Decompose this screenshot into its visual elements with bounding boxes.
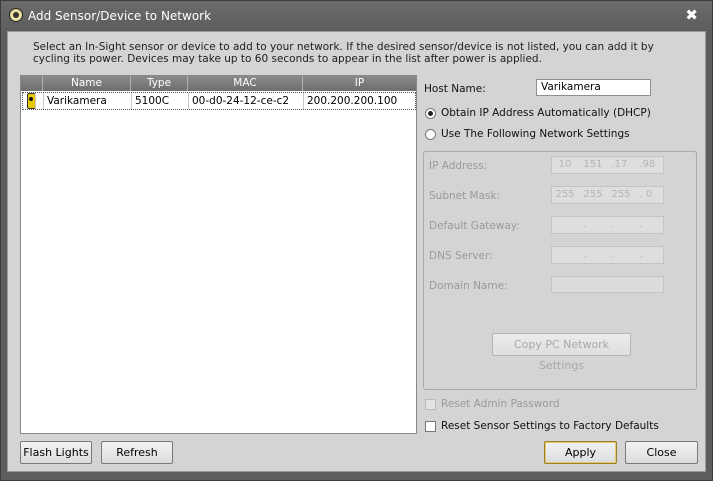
- column-name[interactable]: Name: [43, 76, 131, 91]
- subnet-octet: 255: [611, 189, 631, 200]
- ip-address-label: IP Address:: [429, 160, 488, 172]
- device-name: Varikamera: [44, 93, 132, 109]
- network-settings-group: IP Address: 10. 151. 17. 98 Subnet Mask:…: [423, 151, 697, 390]
- dialog-body: Select an In-Sight sensor or device to a…: [7, 31, 706, 472]
- close-icon[interactable]: ✖: [685, 6, 698, 24]
- apply-button[interactable]: Apply: [544, 441, 617, 464]
- column-mac[interactable]: MAC: [188, 76, 303, 91]
- device-icon-cell: [23, 93, 44, 109]
- subnet-mask-label: Subnet Mask:: [429, 190, 501, 202]
- refresh-button[interactable]: Refresh: [101, 441, 173, 464]
- reset-admin-password-checkbox[interactable]: [425, 399, 436, 410]
- subnet-octet: 255: [555, 189, 575, 200]
- device-mac: 00-d0-24-12-ce-c2: [189, 93, 304, 109]
- camera-sensor-icon: [27, 93, 36, 109]
- close-button[interactable]: Close: [625, 441, 698, 464]
- column-icon[interactable]: [21, 76, 43, 91]
- reset-admin-password-label: Reset Admin Password: [441, 398, 560, 410]
- subnet-octet: 0: [645, 189, 653, 200]
- dhcp-radio[interactable]: [425, 108, 436, 119]
- title-bar[interactable]: Add Sensor/Device to Network ✖: [1, 1, 712, 31]
- subnet-octet: 255: [583, 189, 603, 200]
- domain-name-field[interactable]: [551, 276, 664, 293]
- ip-octet: 98: [642, 159, 656, 170]
- default-gateway-field[interactable]: ...: [551, 216, 664, 234]
- device-list-header: Name Type MAC IP: [21, 76, 416, 91]
- dns-server-field[interactable]: ...: [551, 246, 664, 264]
- static-ip-radio-label[interactable]: Use The Following Network Settings: [441, 128, 630, 140]
- flash-lights-button[interactable]: Flash Lights: [20, 441, 92, 464]
- device-type: 5100C: [132, 93, 189, 109]
- dialog-window: Add Sensor/Device to Network ✖ Select an…: [0, 0, 713, 481]
- ip-address-field[interactable]: 10. 151. 17. 98: [551, 156, 664, 174]
- device-ip: 200.200.200.100: [307, 95, 398, 107]
- subnet-mask-field[interactable]: 255. 255. 255. 0: [551, 186, 664, 204]
- host-name-input[interactable]: Varikamera: [536, 79, 651, 96]
- app-icon: [9, 8, 23, 22]
- ip-octet: 151: [583, 159, 603, 170]
- window-title: Add Sensor/Device to Network: [28, 9, 212, 23]
- copy-pc-network-settings-button[interactable]: Copy PC Network Settings: [492, 333, 631, 372]
- ip-octet: 10: [558, 159, 572, 170]
- dhcp-radio-label[interactable]: Obtain IP Address Automatically (DHCP): [441, 107, 651, 119]
- instructions-text: Select an In-Sight sensor or device to a…: [33, 41, 654, 65]
- static-ip-radio[interactable]: [425, 129, 436, 140]
- host-name-label: Host Name:: [424, 83, 486, 95]
- device-list[interactable]: Name Type MAC IP Varikamera 5100C 00-d0-…: [20, 75, 417, 434]
- column-ip[interactable]: IP: [303, 76, 416, 91]
- column-type[interactable]: Type: [131, 76, 188, 91]
- reset-factory-defaults-label[interactable]: Reset Sensor Settings to Factory Default…: [441, 420, 659, 432]
- default-gateway-label: Default Gateway:: [429, 220, 520, 232]
- ip-octet: 17: [614, 159, 628, 170]
- dns-server-label: DNS Server:: [429, 250, 493, 262]
- device-row[interactable]: Varikamera 5100C 00-d0-24-12-ce-c2 200.2…: [22, 92, 416, 110]
- domain-name-label: Domain Name:: [429, 280, 508, 292]
- reset-factory-defaults-checkbox[interactable]: [425, 421, 436, 432]
